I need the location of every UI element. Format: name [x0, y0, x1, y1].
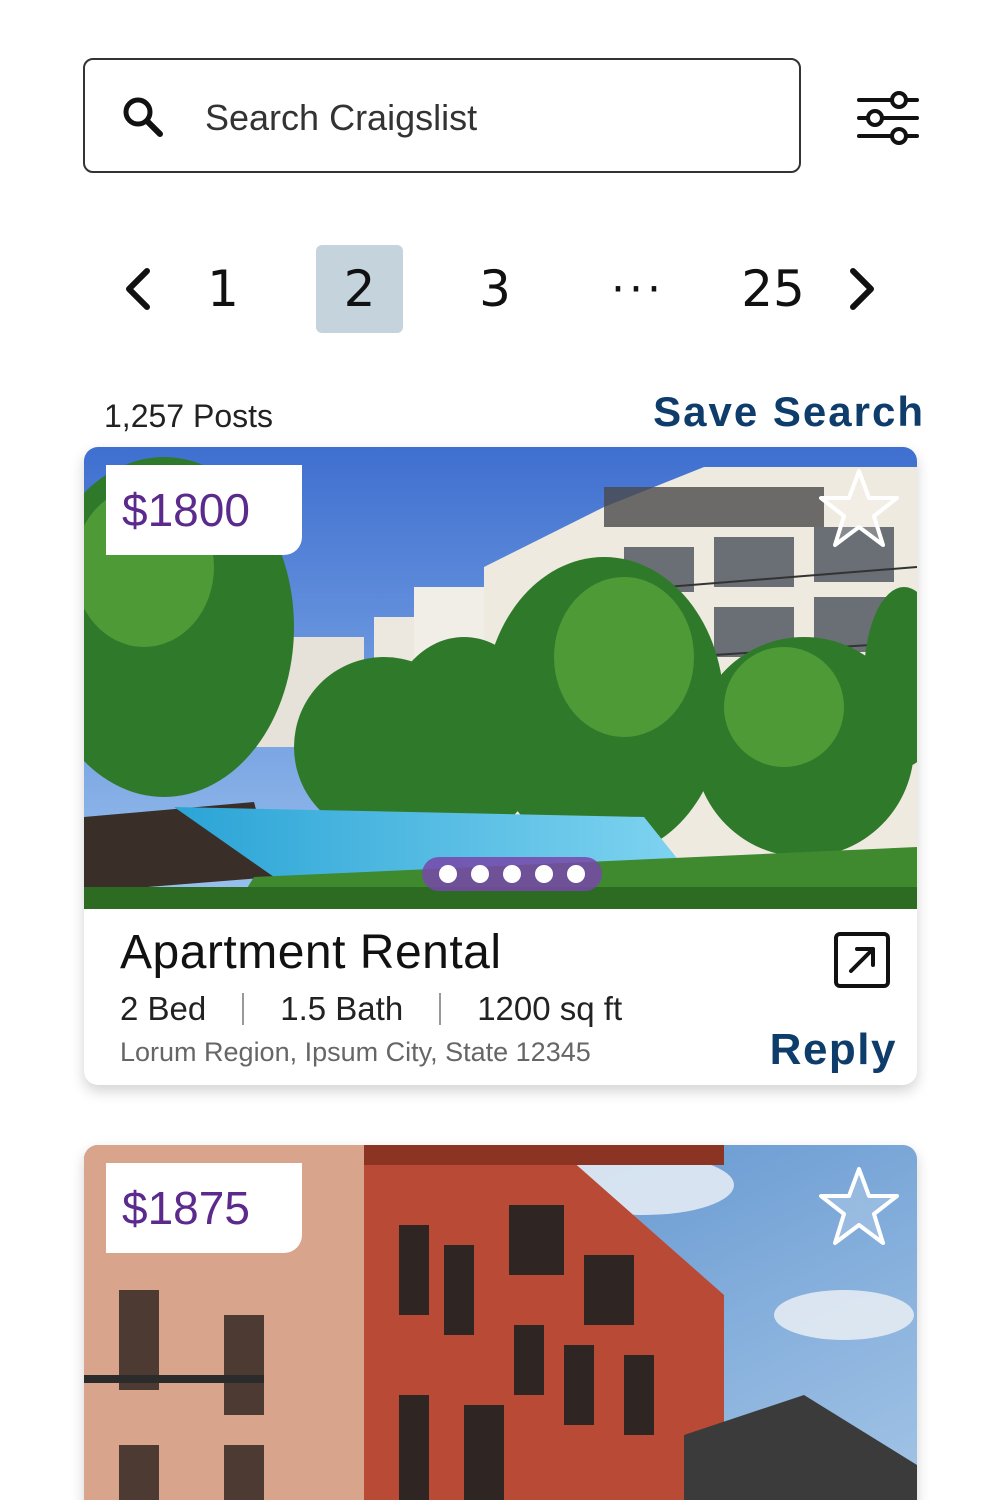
carousel-dot[interactable] — [439, 865, 457, 883]
chevron-right-icon[interactable] — [838, 245, 888, 333]
carousel-dot[interactable] — [535, 865, 553, 883]
listing-title[interactable]: Apartment Rental — [120, 925, 502, 980]
search-bar[interactable] — [83, 58, 801, 173]
search-icon — [123, 97, 163, 137]
pagination: 1 2 3 ··· 25 — [0, 245, 1000, 335]
external-link-icon[interactable] — [833, 931, 891, 989]
page-ellipsis: ··· — [611, 263, 665, 315]
spec-beds: 2 Bed — [120, 990, 207, 1027]
page-2-current[interactable]: 2 — [316, 245, 403, 333]
spec-divider — [439, 993, 442, 1025]
listing-card[interactable]: $1875 — [84, 1145, 917, 1500]
listing-specs: 2 Bed 1.5 Bath 1200 sq ft — [120, 990, 622, 1028]
filter-sliders-icon[interactable] — [855, 88, 921, 154]
star-icon[interactable] — [817, 1165, 901, 1249]
spec-area: 1200 sq ft — [477, 990, 623, 1027]
listing-address: Lorum Region, Ipsum City, State 12345 — [120, 1037, 591, 1067]
reply-button[interactable]: Reply — [770, 1025, 897, 1075]
carousel-dot[interactable] — [567, 865, 585, 883]
post-count: 1,257 Posts — [104, 398, 273, 434]
carousel-dot[interactable] — [471, 865, 489, 883]
chevron-left-icon[interactable] — [112, 245, 162, 333]
star-icon[interactable] — [817, 467, 901, 551]
price-badge: $1875 — [106, 1163, 302, 1253]
photo-carousel-dots — [422, 857, 602, 891]
carousel-dot[interactable] — [503, 865, 521, 883]
save-search-button[interactable]: Save Search — [653, 388, 925, 436]
page-3[interactable]: 3 — [462, 245, 528, 333]
listing-page: 1 2 3 ··· 25 1,257 Posts Save Search — [0, 0, 1000, 1500]
page-1[interactable]: 1 — [196, 245, 250, 333]
search-input[interactable] — [205, 90, 765, 146]
spec-baths: 1.5 Bath — [280, 990, 404, 1027]
listing-card[interactable]: $1800 Apartment Rental 2 Bed 1.5 Bath 12… — [84, 447, 917, 1085]
page-25[interactable]: 25 — [732, 245, 814, 333]
spec-divider — [242, 993, 245, 1025]
price-badge: $1800 — [106, 465, 302, 555]
